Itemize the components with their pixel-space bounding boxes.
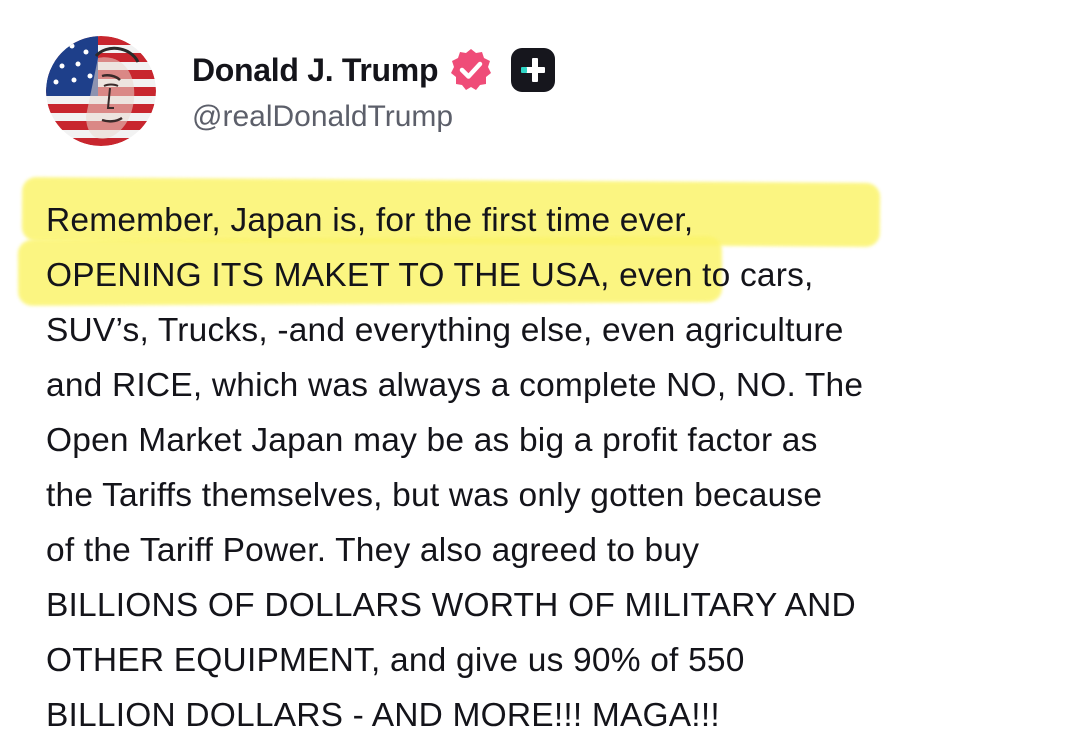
post-text-line: OTHER EQUIPMENT, and give us 90% of 550: [46, 642, 745, 679]
avatar-flag-portrait-image: [46, 36, 156, 146]
author-handle[interactable]: @realDonaldTrump: [192, 100, 453, 134]
post-text-line: Remember, Japan is, for the first time e…: [46, 202, 694, 239]
post-body: Remember, Japan is, for the first time e…: [46, 193, 1056, 743]
author-name-row: Donald J. Trump: [192, 44, 558, 96]
truth-post: Donald J. Trump @realDonaldTrump Remembe…: [0, 0, 1080, 756]
post-text-line: of the Tariff Power. They also agreed to…: [46, 532, 700, 569]
post-text-line: OPENING ITS MAKET TO THE USA, even to ca…: [46, 257, 814, 294]
author-display-name[interactable]: Donald J. Trump: [192, 52, 439, 89]
truth-plus-badge-icon: [508, 45, 558, 95]
post-text-line: BILLIONS OF DOLLARS WORTH OF MILITARY AN…: [46, 587, 856, 624]
post-text-line: SUV’s, Trucks, -and everything else, eve…: [46, 312, 844, 349]
post-text-line: the Tariffs themselves, but was only got…: [46, 477, 823, 514]
post-text-line: and RICE, which was always a complete NO…: [46, 367, 864, 404]
avatar[interactable]: [46, 36, 156, 146]
post-text-line: Open Market Japan may be as big a profit…: [46, 422, 818, 459]
verified-badge-icon: [448, 47, 494, 93]
post-text-line: BILLION DOLLARS - AND MORE!!! MAGA!!!: [46, 697, 720, 734]
